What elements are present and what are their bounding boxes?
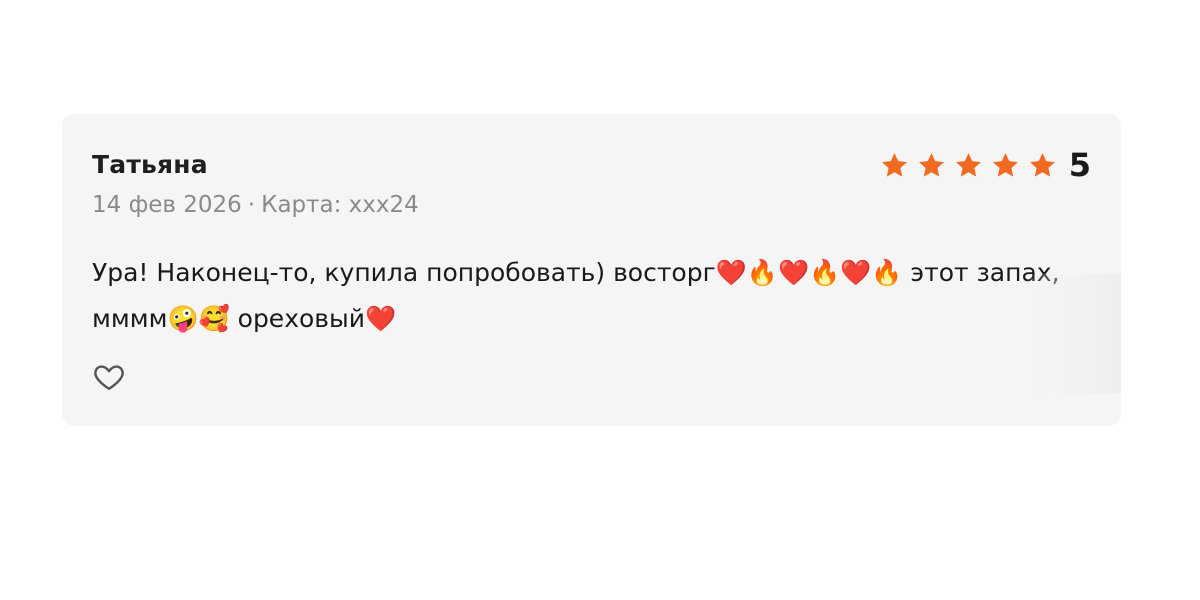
meta-separator: · bbox=[247, 192, 256, 218]
review-author: Татьяна bbox=[92, 150, 208, 179]
decorative-shadow bbox=[1025, 274, 1121, 394]
star-icon bbox=[880, 151, 909, 180]
review-date: 14 фев 2026 bbox=[92, 192, 242, 218]
review-text: Ура! Наконец-то, купила попробовать) вос… bbox=[92, 258, 1060, 333]
star-icon bbox=[991, 151, 1020, 180]
rating-value: 5 bbox=[1068, 146, 1091, 184]
review-rating: 5 bbox=[880, 146, 1091, 184]
review-card-label: Карта: ххх24 bbox=[261, 192, 419, 218]
like-button[interactable] bbox=[92, 360, 126, 394]
heart-outline-icon bbox=[94, 365, 124, 390]
star-icon bbox=[1028, 151, 1057, 180]
review-meta: 14 фев 2026 · Карта: ххх24 bbox=[92, 192, 419, 218]
page: Татьяна 14 фев 2026 · Карта: ххх24 5 Ура… bbox=[0, 0, 1200, 600]
rating-stars bbox=[880, 151, 1057, 180]
star-icon bbox=[917, 151, 946, 180]
review-card: Татьяна 14 фев 2026 · Карта: ххх24 5 Ура… bbox=[62, 114, 1121, 426]
star-icon bbox=[954, 151, 983, 180]
